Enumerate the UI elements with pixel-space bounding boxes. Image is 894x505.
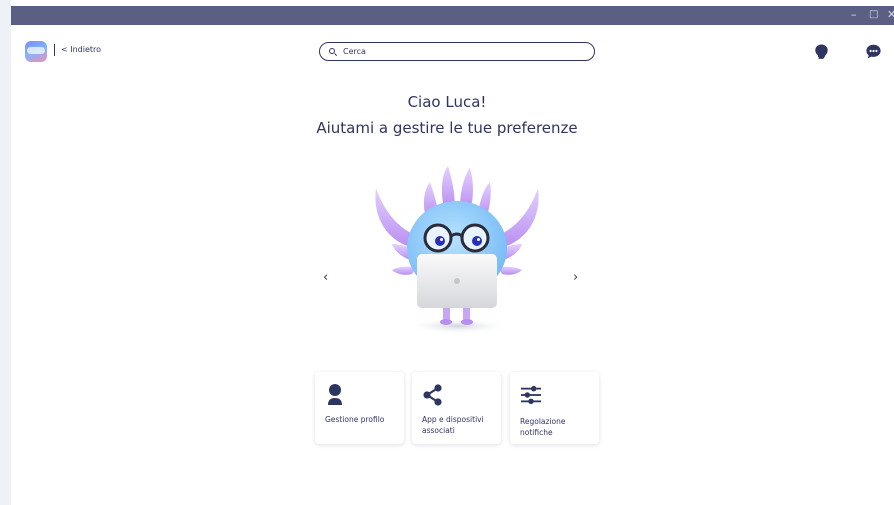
maximize-button[interactable]: □ — [869, 8, 878, 22]
header-bar: < Indietro — [11, 25, 894, 77]
minimize-button[interactable]: – — [851, 8, 857, 22]
greeting-subtitle: Aiutami a gestire le tue preferenze — [316, 119, 578, 137]
card-label-notifications: Regolazione notifiche — [520, 417, 566, 437]
search-box[interactable] — [319, 42, 595, 61]
greeting-title: Ciao Luca! — [407, 93, 487, 111]
card-label-apps: App e dispositivi associati — [422, 415, 484, 435]
sliders-icon — [521, 385, 541, 405]
back-label: < Indietro — [61, 45, 102, 54]
share-icon — [423, 384, 442, 406]
close-button[interactable]: ✕ — [887, 8, 894, 22]
mascot-illustration — [375, 166, 539, 334]
back-link[interactable]: < Indietro — [61, 45, 101, 54]
card-regolazione-notifiche[interactable]: Regolazione notifiche — [510, 372, 599, 444]
logo-divider — [54, 44, 55, 56]
carousel-prev-button[interactable]: ‹ — [323, 270, 328, 286]
search-input[interactable] — [343, 47, 573, 56]
lightbulb-icon[interactable] — [813, 43, 830, 60]
carousel-next-button[interactable]: › — [573, 270, 578, 286]
app-logo-icon[interactable] — [25, 41, 47, 62]
search-icon — [328, 47, 338, 57]
chat-bubble-icon[interactable] — [865, 43, 882, 60]
left-window-edge — [0, 0, 11, 505]
card-app-dispositivi[interactable]: App e dispositivi associati — [412, 372, 501, 444]
title-bar: – □ ✕ — [11, 6, 894, 25]
card-gestione-profilo[interactable]: Gestione profilo — [315, 372, 404, 444]
user-icon — [328, 384, 342, 405]
card-label-profile: Gestione profilo — [325, 415, 385, 424]
